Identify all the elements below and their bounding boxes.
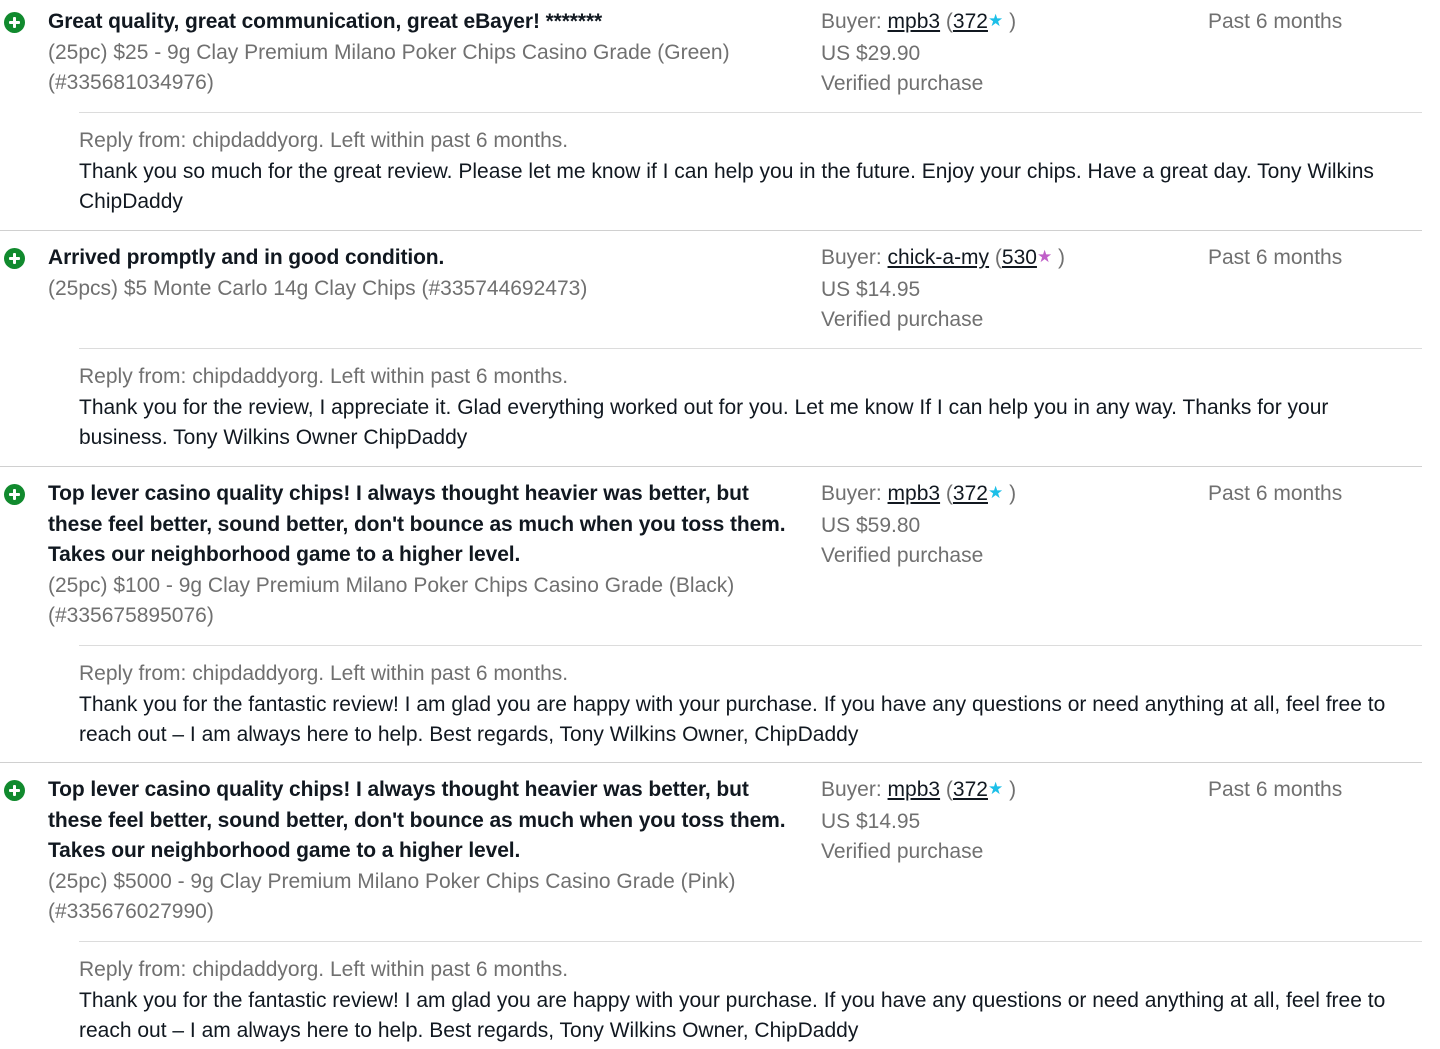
feedback-comment-block: Top lever casino quality chips! I always…	[48, 775, 804, 928]
positive-feedback-icon	[4, 780, 25, 801]
open-paren: (	[945, 10, 953, 33]
buyer-label: Buyer:	[821, 482, 882, 505]
reply-header: Reply from: chipdaddyorg. Left within pa…	[79, 365, 569, 388]
open-paren: (	[994, 246, 1002, 269]
item-price: US $14.95	[821, 809, 921, 833]
buyer-info: Buyer: mpb3 (372★ ) US $59.80 Verified p…	[821, 479, 1191, 572]
verified-purchase: Verified purchase	[821, 72, 984, 95]
buyer-username-link[interactable]: mpb3	[888, 482, 941, 505]
buyer-label: Buyer:	[821, 10, 882, 33]
feedback-score-link[interactable]: 372	[953, 778, 988, 801]
buyer-line: Buyer: mpb3 (372★ )	[821, 775, 1191, 807]
seller-reply: Reply from: chipdaddyorg. Left within pa…	[79, 362, 1419, 454]
verified-purchase: Verified purchase	[821, 308, 984, 331]
open-paren: (	[945, 778, 953, 801]
feedback-time: Past 6 months	[1208, 246, 1343, 269]
close-paren: )	[1009, 10, 1017, 33]
feedback-score-link[interactable]: 372	[953, 10, 988, 33]
item-price: US $14.95	[821, 277, 921, 301]
item-title: (25pcs) $5 Monte Carlo 14g Clay Chips (#…	[48, 276, 588, 300]
reply-divider	[79, 645, 1422, 646]
feedback-comment: Arrived promptly and in good condition.	[48, 246, 445, 269]
item-title: (25pc) $100 - 9g Clay Premium Milano Pok…	[48, 573, 735, 628]
reply-divider	[79, 348, 1422, 349]
feedback-score-link[interactable]: 372	[953, 482, 988, 505]
star-icon: ★	[1036, 247, 1053, 266]
star-icon: ★	[987, 779, 1004, 798]
feedback-comment-block: Arrived promptly and in good condition. …	[48, 243, 804, 304]
feedback-time: Past 6 months	[1208, 778, 1343, 801]
buyer-username-link[interactable]: mpb3	[888, 10, 941, 33]
feedback-comment-block: Great quality, great communication, grea…	[48, 7, 804, 99]
positive-feedback-icon	[4, 248, 25, 269]
feedback-comment: Great quality, great communication, grea…	[48, 10, 603, 33]
verified-purchase: Verified purchase	[821, 840, 984, 863]
reply-header: Reply from: chipdaddyorg. Left within pa…	[79, 662, 569, 685]
item-title: (25pc) $5000 - 9g Clay Premium Milano Po…	[48, 869, 736, 924]
feedback-comment-block: Top lever casino quality chips! I always…	[48, 479, 804, 632]
positive-feedback-icon	[4, 12, 25, 33]
buyer-info: Buyer: mpb3 (372★ ) US $29.90 Verified p…	[821, 7, 1191, 100]
feedback-comment: Top lever casino quality chips! I always…	[48, 482, 786, 566]
reply-header: Reply from: chipdaddyorg. Left within pa…	[79, 129, 569, 152]
reply-text: Thank you for the review, I appreciate i…	[79, 395, 1329, 450]
buyer-line: Buyer: mpb3 (372★ )	[821, 479, 1191, 511]
feedback-time: Past 6 months	[1208, 482, 1343, 505]
buyer-label: Buyer:	[821, 246, 882, 269]
reply-divider	[79, 941, 1422, 942]
star-icon: ★	[987, 11, 1004, 30]
close-paren: )	[1009, 482, 1017, 505]
verified-purchase: Verified purchase	[821, 544, 984, 567]
item-title: (25pc) $25 - 9g Clay Premium Milano Poke…	[48, 40, 730, 95]
item-price: US $29.90	[821, 41, 921, 65]
buyer-username-link[interactable]: chick-a-my	[888, 246, 990, 269]
reply-divider	[79, 112, 1422, 113]
buyer-username-link[interactable]: mpb3	[888, 778, 941, 801]
entry-divider	[0, 762, 1422, 763]
feedback-time: Past 6 months	[1208, 10, 1343, 33]
buyer-line: Buyer: chick-a-my (530★ )	[821, 243, 1191, 275]
open-paren: (	[945, 482, 953, 505]
buyer-info: Buyer: chick-a-my (530★ ) US $14.95 Veri…	[821, 243, 1191, 336]
seller-reply: Reply from: chipdaddyorg. Left within pa…	[79, 955, 1419, 1047]
buyer-info: Buyer: mpb3 (372★ ) US $14.95 Verified p…	[821, 775, 1191, 868]
entry-divider	[0, 466, 1422, 467]
reply-text: Thank you for the fantastic review! I am…	[79, 692, 1386, 747]
entry-divider	[0, 230, 1422, 231]
close-paren: )	[1009, 778, 1017, 801]
positive-feedback-icon	[4, 484, 25, 505]
seller-reply: Reply from: chipdaddyorg. Left within pa…	[79, 659, 1419, 751]
feedback-comment: Top lever casino quality chips! I always…	[48, 778, 786, 862]
buyer-line: Buyer: mpb3 (372★ )	[821, 7, 1191, 39]
reply-text: Thank you for the fantastic review! I am…	[79, 988, 1386, 1043]
seller-reply: Reply from: chipdaddyorg. Left within pa…	[79, 126, 1419, 218]
buyer-label: Buyer:	[821, 778, 882, 801]
reply-text: Thank you so much for the great review. …	[79, 159, 1374, 214]
reply-header: Reply from: chipdaddyorg. Left within pa…	[79, 958, 569, 981]
close-paren: )	[1058, 246, 1066, 269]
feedback-score-link[interactable]: 530	[1002, 246, 1037, 269]
star-icon: ★	[987, 483, 1004, 502]
item-price: US $59.80	[821, 513, 921, 537]
